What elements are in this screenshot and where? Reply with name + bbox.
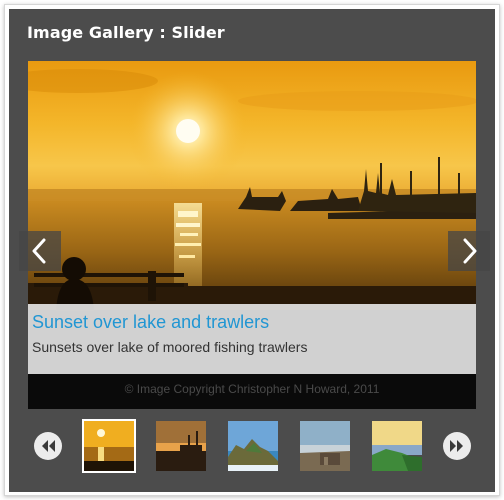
thumbnail-sunset-lake[interactable] (82, 419, 136, 473)
copyright-text: © Image Copyright Christopher N Howard, … (28, 374, 476, 409)
caption-box: Sunset over lake and trawlers Sunsets ov… (28, 304, 476, 374)
thumbnail-cliff-ruins[interactable] (300, 421, 350, 471)
thumbnail-image (372, 421, 422, 471)
prev-slide-button[interactable] (19, 231, 61, 271)
thumbnail-image (156, 421, 206, 471)
thumbnail-image (84, 421, 134, 471)
double-chevron-right-icon (450, 440, 463, 452)
thumbnail-coastal-rocks[interactable] (228, 421, 278, 471)
thumbnail-green-coast[interactable] (372, 421, 422, 471)
caption-text: Sunsets over lake of moored fishing traw… (32, 339, 308, 355)
double-chevron-left-icon (42, 440, 55, 452)
thumbnail-image (300, 421, 350, 471)
chevron-right-icon (463, 238, 477, 264)
thumbnail-sunset-harbor[interactable] (156, 421, 206, 471)
thumbnail-image (228, 421, 278, 471)
next-slide-button[interactable] (448, 231, 490, 271)
chevron-left-icon (32, 238, 46, 264)
gallery-panel: Image Gallery : Slider Sunset over lake … (9, 9, 495, 492)
gallery-title: Image Gallery : Slider (27, 23, 225, 42)
thumbnails-prev-button[interactable] (34, 432, 62, 460)
caption-title: Sunset over lake and trawlers (32, 312, 270, 332)
thumbnails-next-button[interactable] (443, 432, 471, 460)
